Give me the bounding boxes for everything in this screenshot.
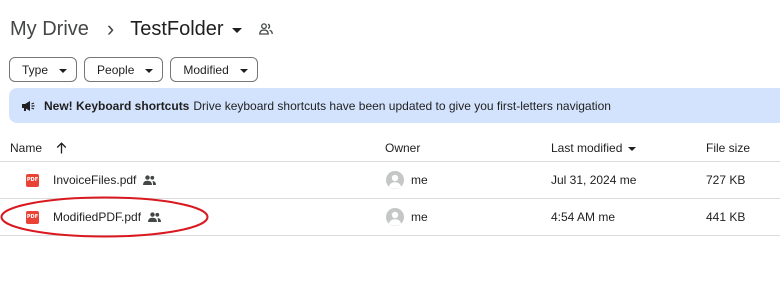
modified-filter-chip[interactable]: Modified (170, 57, 258, 82)
people-icon (143, 175, 157, 185)
type-filter-label: Type (22, 62, 49, 77)
breadcrumb-my-drive[interactable]: My Drive (10, 18, 89, 41)
breadcrumb: My Drive › TestFolder (10, 14, 273, 44)
chevron-down-icon (628, 146, 637, 151)
pdf-badge: PDF (26, 210, 39, 224)
file-size-cell: 727 KB (706, 173, 746, 187)
people-filter-label: People (97, 62, 135, 77)
chevron-down-icon (145, 68, 154, 73)
owner-name: me (411, 173, 428, 187)
modified-filter-label: Modified (183, 62, 229, 77)
pdf-icon: PDF (26, 199, 39, 235)
filter-bar: Type People Modified (9, 57, 258, 82)
column-header-file-size[interactable]: File size (706, 134, 750, 161)
last-modified-cell: Jul 31, 2024 me (551, 173, 637, 187)
owner-cell: me (386, 162, 428, 198)
chevron-down-icon (231, 27, 242, 33)
table-row[interactable]: PDF ModifiedPDF.pdf me 4:54 AM me 441 KB (0, 199, 780, 236)
file-name: InvoiceFiles.pdf (53, 173, 137, 187)
owner-cell: me (386, 199, 428, 235)
arrow-up-icon[interactable] (56, 134, 67, 161)
breadcrumb-separator: › (106, 16, 115, 41)
chevron-down-icon (239, 68, 248, 73)
banner-title: New! Keyboard shortcuts (44, 98, 190, 113)
last-modified-cell: 4:54 AM me (551, 210, 616, 224)
column-header-owner[interactable]: Owner (385, 134, 420, 161)
owner-name: me (411, 210, 428, 224)
account-circle-icon (386, 208, 404, 226)
people-filter-chip[interactable]: People (84, 57, 164, 82)
file-name: ModifiedPDF.pdf (53, 210, 142, 224)
chevron-down-icon (59, 68, 68, 73)
announcement-banner: New! Keyboard shortcuts Drive keyboard s… (9, 88, 780, 123)
current-folder-label: TestFolder (130, 17, 224, 40)
pdf-icon: PDF (26, 162, 39, 198)
table-header: Name Owner Last modified File size (0, 134, 780, 162)
last-modified-label: Last modified (551, 140, 623, 155)
megaphone-icon (21, 100, 35, 112)
banner-message: Drive keyboard shortcuts have been updat… (193, 98, 611, 113)
people-icon (148, 212, 162, 222)
people-icon[interactable] (258, 23, 273, 35)
file-size-cell: 441 KB (706, 210, 746, 224)
file-name-cell: InvoiceFiles.pdf (53, 162, 157, 198)
table-row[interactable]: PDF InvoiceFiles.pdf me Jul 31, 2024 me … (0, 162, 780, 199)
breadcrumb-current-folder[interactable]: TestFolder (130, 17, 242, 41)
pdf-badge: PDF (26, 173, 39, 187)
account-circle-icon (386, 171, 404, 189)
type-filter-chip[interactable]: Type (9, 57, 78, 82)
file-name-cell: ModifiedPDF.pdf (53, 199, 162, 235)
column-header-name[interactable]: Name (10, 134, 42, 161)
column-header-last-modified[interactable]: Last modified (551, 134, 637, 161)
